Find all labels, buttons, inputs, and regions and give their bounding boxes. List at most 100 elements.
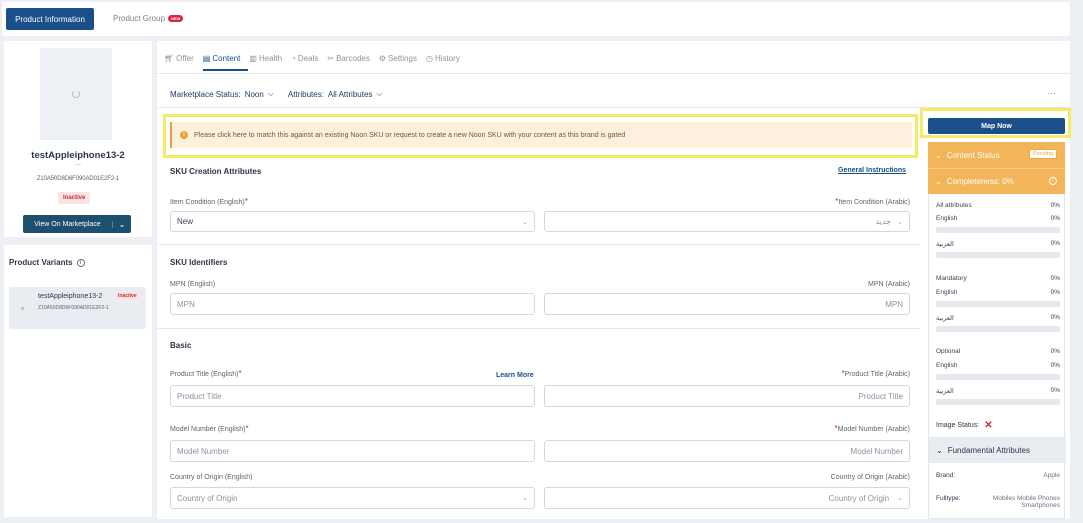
mpn-ar-label: MPN (Arabic) (867, 281, 910, 288)
marketplace-status-dropdown[interactable]: Marketplace Status: Noon ⌵ (170, 89, 274, 99)
warning-icon: ! (180, 131, 188, 139)
progress-bar (936, 326, 1060, 332)
title-ar-label: *Product Title (Arabic) (818, 369, 910, 378)
origin-ar-label: Country of Origin (Arabic) (830, 474, 910, 481)
content-status-panel: ⌄ Content Status Pending ⌄ Completeness:… (928, 142, 1065, 194)
chevron-down-icon: ⌄ (936, 445, 943, 455)
fulltype-label: Fulltype: (936, 495, 961, 502)
stat-label: العربية (936, 388, 954, 395)
attributes-dropdown[interactable]: Attributes: All Attributes ⌵ (288, 89, 383, 99)
attributes-label: Attributes: (287, 89, 324, 99)
chevron-down-icon: ⌵ (267, 89, 274, 98)
model-en-input[interactable]: Model Number (170, 440, 535, 462)
stat-value: 0% (1050, 314, 1060, 321)
chevron-down-icon: ⌄ (522, 218, 528, 226)
product-variants-heading: Product Variants i (9, 258, 85, 267)
variant-status-badge: Inactive (116, 292, 139, 300)
progress-bar (936, 252, 1060, 258)
chevron-down-icon[interactable]: ⌄ (113, 220, 131, 229)
learn-more-link[interactable]: Learn More (496, 372, 534, 379)
origin-en-select[interactable]: Country of Origin ⌄ (170, 487, 535, 509)
mpn-en-label: MPN (English) (170, 281, 216, 288)
view-on-marketplace-button[interactable]: View On Marketplace ⌄ (23, 215, 131, 233)
mpn-en-placeholder: MPN (177, 299, 195, 309)
title-ar-input[interactable]: Product Title (544, 385, 910, 407)
title-en-input[interactable]: Product Title (170, 385, 535, 407)
tab-barcodes-label: Barcodes (336, 54, 370, 63)
section-title-sku-creation: SKU Creation Attributes (170, 167, 262, 176)
divider (157, 73, 1070, 74)
deals-icon: ◔ (291, 54, 296, 63)
model-ar-input[interactable]: Model Number (544, 440, 910, 462)
model-en-label-text: Model Number (English) (170, 426, 246, 433)
stat-label: العربية (936, 315, 954, 322)
progress-bar (936, 374, 1060, 380)
cart-icon: 🛒︎ (164, 54, 175, 63)
new-badge: NEW (168, 15, 184, 22)
tab-product-information[interactable]: Product Information (6, 8, 94, 30)
settings-icon: ⚙︎ (378, 54, 387, 63)
content-status-toggle[interactable]: ⌄ Content Status Pending (928, 142, 1065, 168)
mpn-ar-input[interactable]: MPN (544, 293, 910, 315)
product-sku: Z10A50D8D6F090AD01E2F2-1 (36, 176, 120, 182)
info-icon[interactable]: i (76, 258, 85, 267)
completeness-toggle[interactable]: ⌄ Completeness: 0% i (928, 168, 1065, 194)
tab-product-group[interactable]: Product Group NEW (113, 14, 184, 23)
tab-history[interactable]: ◷ History (426, 54, 460, 63)
item-condition-en-value: New (177, 217, 194, 226)
fulltype-value: Mobiles Mobile Phones Smartphones (992, 495, 1060, 509)
stat-all-attributes: All attributes 0% (936, 202, 1060, 209)
stat-mandatory-arabic: العربية 0% (936, 314, 1060, 322)
gated-brand-alert[interactable]: ! Please click here to match this agains… (170, 122, 912, 148)
tab-content[interactable]: ▤ Content (203, 54, 241, 63)
content-status-label: Content Status (946, 150, 1000, 160)
stat-label: All attributes (936, 202, 972, 209)
item-condition-ar-select[interactable]: جديد ⌄ (544, 211, 910, 232)
title-ar-placeholder: Product Title (858, 391, 903, 401)
chevron-down-icon: ⌄ (935, 150, 942, 160)
bullet-icon (21, 307, 24, 310)
tab-content-label: Content (212, 54, 241, 63)
tab-settings[interactable]: ⚙︎ Settings (379, 54, 417, 63)
chevron-down-icon: ⌄ (897, 218, 903, 226)
list-item[interactable]: testAppleiphone13-2 Z10A50D8D6F090AD01E2… (9, 287, 146, 329)
chevron-down-icon: ⌵ (376, 89, 383, 98)
completeness-label: Completeness: 0% (946, 177, 1014, 186)
item-condition-ar-value: جديد (875, 217, 892, 226)
fundamental-attributes-toggle[interactable]: ⌄ Fundamental Attributes (929, 437, 1066, 463)
stat-value: 0% (1050, 387, 1060, 394)
more-options-icon[interactable]: ··· (1047, 88, 1056, 98)
model-en-placeholder: Model Number (177, 446, 230, 456)
map-now-button[interactable]: Map Now (928, 118, 1065, 134)
tab-history-label: History (434, 54, 460, 63)
close-icon: ✕ (984, 420, 993, 431)
item-condition-en-select[interactable]: New ⌄ (170, 211, 535, 232)
info-icon: i (1049, 177, 1057, 185)
tab-deals[interactable]: ◔ Deals (291, 54, 318, 63)
product-variants-title: Product Variants (9, 258, 73, 267)
stat-mandatory-english: English 0% (936, 289, 1060, 296)
stat-label: English (936, 215, 958, 222)
active-tab-indicator (203, 69, 248, 71)
section-title-sku-identifiers: SKU Identifiers (170, 258, 228, 267)
variant-sku: Z10A50D8D6F090AD01E2F2-1 (38, 305, 109, 311)
model-ar-placeholder: Model Number (850, 446, 903, 456)
origin-en-label: Country of Origin (English) (170, 474, 253, 481)
brand-value: Apple (1043, 472, 1060, 479)
general-instructions-link[interactable]: General Instructions (838, 167, 906, 174)
title-en-placeholder: Product Title (177, 391, 222, 401)
brand-row: Brand: Apple (936, 472, 1060, 479)
tab-health[interactable]: ▥ Health (249, 54, 282, 63)
tab-offer[interactable]: 🛒︎ Offer (164, 54, 194, 63)
item-condition-en-label-text: Item Condition (English) (170, 199, 245, 206)
stat-label: العربية (936, 241, 954, 248)
mpn-ar-placeholder: MPN (885, 299, 903, 309)
stat-label: English (936, 289, 958, 296)
stat-label: Mandatory (936, 275, 967, 282)
tab-barcodes[interactable]: ✂︎ Barcodes (327, 54, 370, 63)
loading-spinner-icon (72, 90, 80, 98)
mpn-en-input[interactable]: MPN (170, 293, 535, 315)
image-status-label: Image Status: (936, 422, 980, 429)
origin-ar-select[interactable]: Country of Origin ⌄ (544, 487, 910, 509)
marketplace-status-label: Marketplace Status: (170, 89, 241, 99)
